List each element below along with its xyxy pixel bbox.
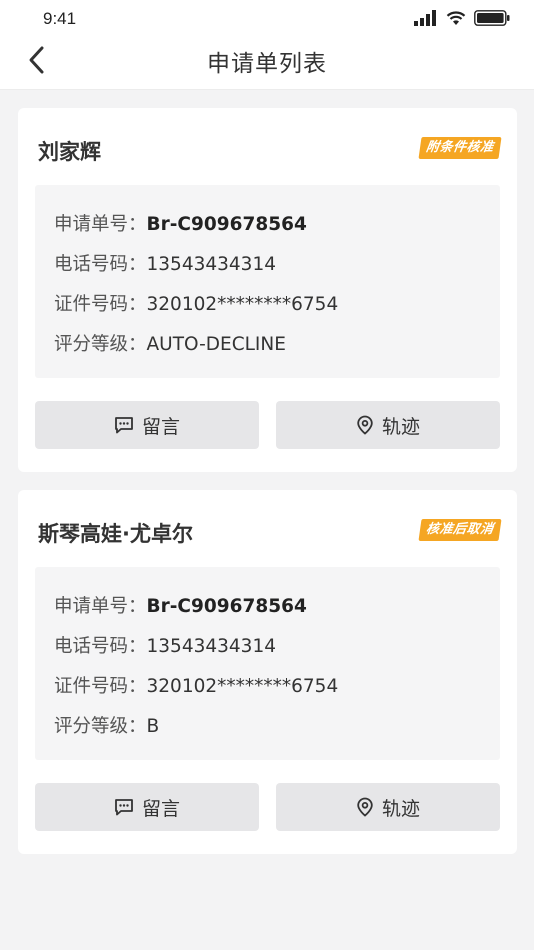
field-value: 13543434314: [146, 254, 276, 275]
applicant-name: 斯琴高娃·尤卓尔: [38, 522, 193, 546]
field-value: Br-C909678564: [146, 214, 307, 235]
info-row-id-number: 证件号码：320102********6754: [54, 290, 338, 316]
status-badge: 核准后取消: [418, 519, 502, 541]
track-button[interactable]: 轨迹: [276, 783, 500, 831]
application-card: 刘家辉 附条件核准 申请单号：Br-C909678564 电话号码：135434…: [18, 108, 517, 472]
field-label: 申请单号：: [54, 596, 147, 617]
field-value: B: [146, 716, 160, 737]
status-badge: 附条件核准: [418, 137, 502, 159]
location-pin-icon: [356, 415, 374, 435]
status-time: 9:41: [43, 9, 77, 28]
field-label: 证件号码：: [54, 676, 147, 697]
message-icon: [114, 798, 134, 816]
info-box: 申请单号：Br-C909678564 电话号码：13543434314 证件号码…: [35, 185, 500, 378]
field-label: 电话号码：: [54, 254, 147, 275]
field-value: AUTO-DECLINE: [146, 334, 286, 355]
field-label: 电话号码：: [54, 636, 147, 657]
status-bar: 9:41: [0, 0, 534, 40]
track-button-label: 轨迹: [381, 797, 420, 820]
track-button[interactable]: 轨迹: [276, 401, 500, 449]
nav-bar: 申请单列表: [0, 40, 534, 90]
field-value: 320102********6754: [146, 676, 339, 697]
info-row-application-number: 申请单号：Br-C909678564: [54, 592, 307, 618]
info-row-score-level: 评分等级：AUTO-DECLINE: [54, 330, 286, 356]
status-icons: [414, 10, 510, 26]
field-label: 评分等级：: [54, 716, 147, 737]
message-button[interactable]: 留言: [35, 783, 259, 831]
location-pin-icon: [356, 797, 374, 817]
wifi-icon: [446, 10, 466, 26]
field-value: Br-C909678564: [146, 596, 307, 617]
message-button-label: 留言: [141, 415, 180, 438]
message-button-label: 留言: [141, 797, 180, 820]
field-label: 申请单号：: [54, 214, 147, 235]
track-button-label: 轨迹: [381, 415, 420, 438]
info-row-phone: 电话号码：13543434314: [54, 632, 276, 658]
info-box: 申请单号：Br-C909678564 电话号码：13543434314 证件号码…: [35, 567, 500, 760]
field-value: 320102********6754: [146, 294, 339, 315]
info-row-score-level: 评分等级：B: [54, 712, 159, 738]
info-row-phone: 电话号码：13543434314: [54, 250, 276, 276]
battery-icon: [474, 10, 510, 26]
application-card: 斯琴高娃·尤卓尔 核准后取消 申请单号：Br-C909678564 电话号码：1…: [18, 490, 517, 854]
page-title: 申请单列表: [207, 51, 327, 77]
applicant-name: 刘家辉: [38, 140, 101, 164]
info-row-id-number: 证件号码：320102********6754: [54, 672, 338, 698]
field-value: 13543434314: [146, 636, 276, 657]
message-button[interactable]: 留言: [35, 401, 259, 449]
signal-icon: [414, 10, 438, 26]
field-label: 评分等级：: [54, 334, 147, 355]
info-row-application-number: 申请单号：Br-C909678564: [54, 210, 307, 236]
field-label: 证件号码：: [54, 294, 147, 315]
message-icon: [114, 416, 134, 434]
